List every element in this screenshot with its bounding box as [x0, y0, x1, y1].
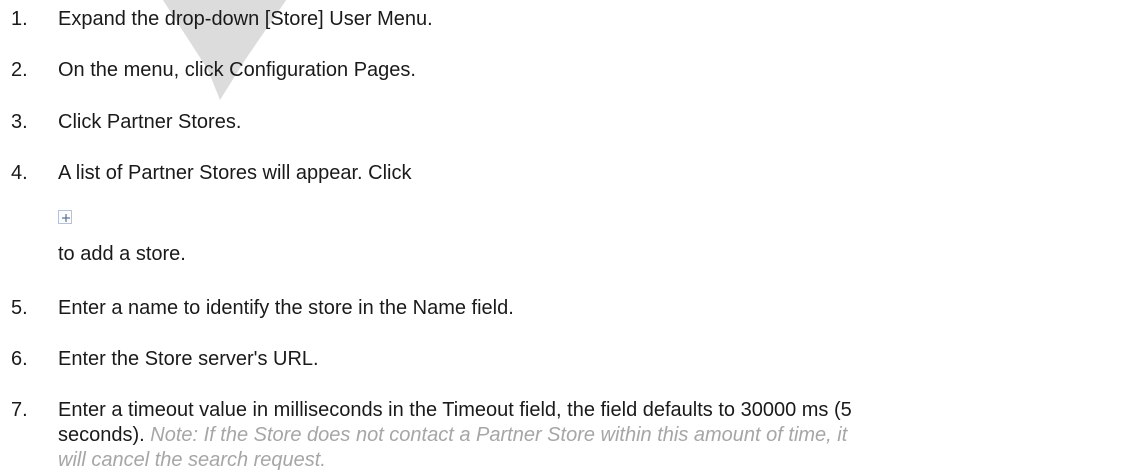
- step-text: Enter a name to identify the store in th…: [58, 297, 514, 319]
- step-number: 7.: [11, 399, 28, 421]
- step-number: 2.: [11, 59, 28, 81]
- step-text: Expand the drop-down [Store] User Menu.: [58, 8, 433, 30]
- step-text: Click Partner Stores.: [58, 111, 242, 133]
- step-number: 1.: [11, 8, 28, 30]
- step-number: 4.: [11, 162, 28, 184]
- step-text: A list of Partner Stores will appear. Cl…: [58, 162, 412, 184]
- step-text-line2: seconds).: [58, 424, 145, 446]
- note-text: Note: If the Store does not contact a Pa…: [144, 424, 848, 446]
- step-7: 7. Enter a timeout value in milliseconds…: [0, 398, 1123, 471]
- step-text: Enter the Store server's URL.: [58, 348, 319, 370]
- step-4: 4. A list of Partner Stores will appear.…: [0, 161, 1123, 266]
- step-number: 6.: [11, 348, 28, 370]
- step-number: 5.: [11, 297, 28, 319]
- step-number: 3.: [11, 111, 28, 133]
- step-text: On the menu, click Configuration Pages.: [58, 59, 416, 81]
- step-text: Enter a timeout value in milliseconds in…: [58, 398, 1108, 473]
- step-text-after-icon: to add a store.: [58, 243, 186, 265]
- add-icon[interactable]: [58, 210, 72, 224]
- step-text-line1: Enter a timeout value in milliseconds in…: [58, 399, 852, 421]
